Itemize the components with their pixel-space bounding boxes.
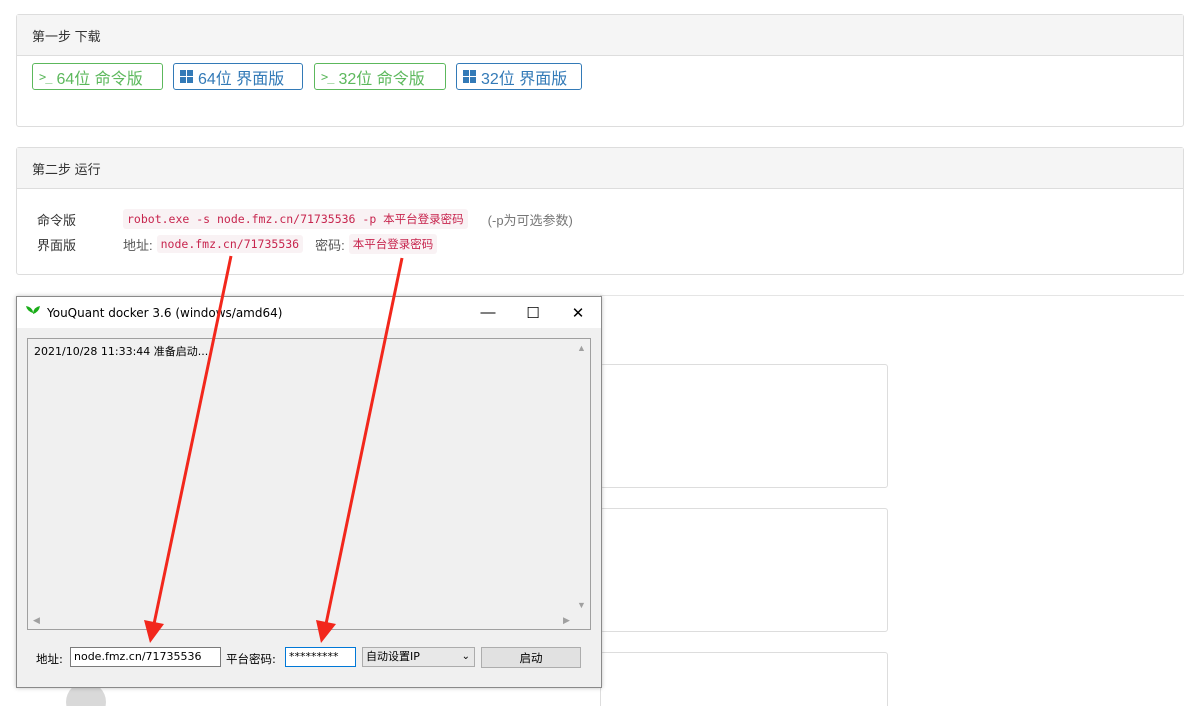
horizontal-scrollbar[interactable]: ◀ ▶ — [28, 612, 575, 629]
terminal-icon: >_ — [39, 69, 52, 84]
vertical-scrollbar[interactable]: ▲ ▼ — [573, 339, 590, 613]
log-line: 2021/10/28 11:33:44 准备启动... — [34, 345, 209, 358]
download-32-cli-button[interactable]: >_ 32位 命令版 — [314, 63, 446, 90]
gui-row: 界面版 地址: node.fmz.cn/71735536 密码: 本平台登录密码 — [37, 234, 438, 254]
password-field-label: 平台密码: — [226, 652, 276, 666]
log-textarea[interactable]: 2021/10/28 11:33:44 准备启动... ▲ ▼ ◀ ▶ — [27, 338, 591, 630]
ip-mode-value: 自动设置IP — [366, 650, 420, 663]
window-titlebar[interactable]: YouQuant docker 3.6 (windows/amd64) — ☐ … — [17, 297, 601, 328]
scroll-up-icon[interactable]: ▲ — [573, 339, 590, 356]
minimize-button[interactable]: — — [465, 297, 511, 328]
address-input[interactable]: node.fmz.cn/71735536 — [70, 647, 221, 667]
password-input[interactable]: ********* — [285, 647, 356, 667]
address-label: 地址: — [123, 237, 153, 253]
download-32-gui-button[interactable]: 32位 界面版 — [456, 63, 582, 90]
docker-window: YouQuant docker 3.6 (windows/amd64) — ☐ … — [16, 296, 602, 688]
windows-icon — [463, 70, 476, 83]
cli-command: robot.exe -s node.fmz.cn/71735536 -p 本平台… — [123, 209, 468, 229]
password-label: 密码: — [315, 237, 345, 253]
run-heading: 第二步 运行 — [17, 148, 1183, 189]
address-field-label: 地址: — [36, 652, 63, 666]
address-value: node.fmz.cn/71735536 — [156, 235, 304, 253]
windows-icon — [180, 70, 193, 83]
scroll-down-icon[interactable]: ▼ — [573, 596, 590, 613]
content-card — [600, 364, 888, 488]
download-64-gui-button[interactable]: 64位 界面版 — [173, 63, 303, 90]
password-value: 本平台登录密码 — [348, 234, 438, 254]
app-logo-icon — [26, 305, 40, 321]
divider — [600, 295, 1184, 296]
download-64-cli-button[interactable]: >_ 64位 命令版 — [32, 63, 163, 90]
content-card — [600, 652, 888, 706]
gui-label: 界面版 — [37, 237, 77, 253]
ip-mode-select[interactable]: 自动设置IP ⌄ — [362, 647, 475, 667]
maximize-button[interactable]: ☐ — [510, 297, 556, 328]
scroll-left-icon[interactable]: ◀ — [28, 612, 45, 629]
chevron-down-icon: ⌄ — [461, 651, 470, 662]
download-heading: 第一步 下载 — [17, 15, 1183, 56]
cli-row: 命令版 robot.exe -s node.fmz.cn/71735536 -p… — [37, 209, 573, 229]
scroll-right-icon[interactable]: ▶ — [558, 612, 575, 629]
cli-note: (-p为可选参数) — [487, 212, 573, 228]
content-card — [600, 508, 888, 632]
start-button[interactable]: 启动 — [481, 647, 581, 668]
terminal-icon: >_ — [321, 69, 334, 84]
close-button[interactable]: ✕ — [555, 297, 601, 328]
window-title: YouQuant docker 3.6 (windows/amd64) — [47, 305, 283, 320]
cli-label: 命令版 — [37, 212, 77, 228]
